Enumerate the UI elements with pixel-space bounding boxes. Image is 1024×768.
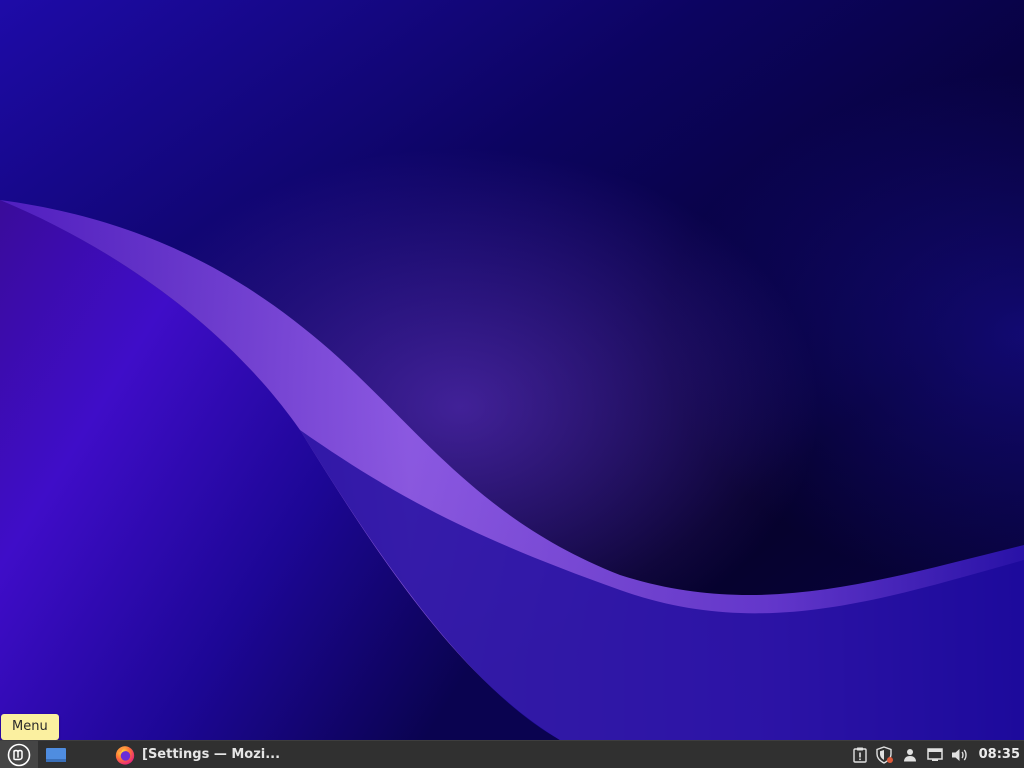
tray-update-manager[interactable] [874, 741, 896, 768]
tray-volume[interactable] [949, 741, 971, 768]
tray-network[interactable] [924, 741, 946, 768]
desktop[interactable]: Menu [Settings — Mozi... 08:35 [0, 0, 1024, 768]
linux-mint-logo-icon [7, 743, 31, 766]
menu-tooltip: Menu [1, 714, 59, 740]
taskbar: [Settings — Mozi... 08:35 [0, 740, 1024, 768]
window-title: [Settings — Mozi... [142, 747, 281, 762]
show-desktop-icon [46, 748, 66, 762]
show-desktop-button[interactable] [44, 745, 68, 765]
update-manager-shield-icon [875, 745, 893, 764]
clock[interactable]: 08:35 [979, 747, 1020, 762]
tray-clipboard[interactable] [849, 741, 871, 768]
network-icon [926, 747, 943, 761]
taskbar-window-firefox[interactable]: [Settings — Mozi... [110, 741, 310, 768]
system-tray: 08:35 [846, 741, 1024, 768]
firefox-icon [115, 745, 135, 765]
volume-icon [951, 748, 967, 761]
wallpaper [0, 0, 1024, 740]
tray-user[interactable] [899, 741, 921, 768]
user-icon [903, 748, 916, 761]
clipboard-icon [852, 747, 867, 763]
menu-button[interactable] [0, 741, 38, 768]
